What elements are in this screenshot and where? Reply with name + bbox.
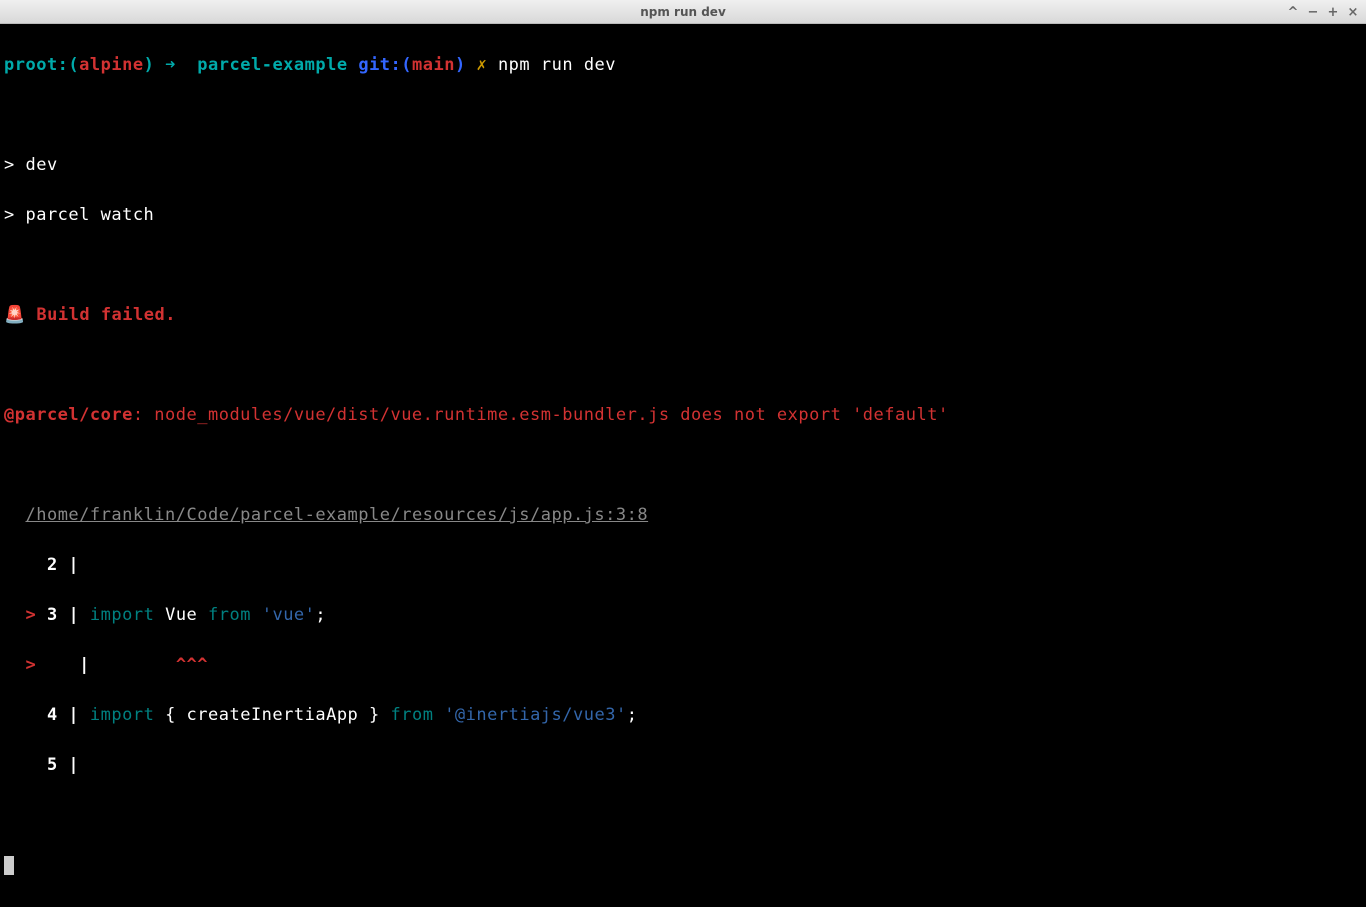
braces-4: { createInertiaApp }: [154, 705, 390, 725]
prompt-git-close: ): [455, 55, 466, 75]
prompt-close-paren: ): [144, 55, 155, 75]
caret-marker: >: [4, 655, 36, 675]
line-marker-3: >: [4, 605, 36, 625]
caret-spaces: [36, 655, 68, 675]
prompt-branch: main: [412, 55, 455, 75]
error-source: @parcel/core: [4, 405, 133, 425]
window-titlebar: npm run dev ^ − + ×: [0, 0, 1366, 24]
build-failed-line: 🚨 Build failed.: [4, 303, 1362, 328]
prompt-distro: alpine: [79, 55, 143, 75]
window-minimize-icon[interactable]: −: [1306, 5, 1320, 19]
blank-line: [4, 353, 1362, 378]
line-num-5: 5: [4, 755, 58, 775]
window-title: npm run dev: [640, 5, 726, 19]
code-line-2: 2 |: [4, 553, 1362, 578]
prompt-proot: proot:: [4, 55, 68, 75]
prompt-git-label: git:(: [348, 55, 412, 75]
carets: ^^^: [176, 655, 208, 675]
pipe-4: |: [58, 705, 90, 725]
prompt-command: npm run dev: [498, 55, 616, 75]
line-num-3: 3: [36, 605, 57, 625]
build-failed-text: Build failed.: [36, 305, 176, 325]
semi-3: ;: [315, 605, 326, 625]
prompt-arrow: ➜: [154, 55, 186, 75]
blank-line: [4, 253, 1362, 278]
line-num-2: 2: [4, 555, 58, 575]
pipe-5: |: [58, 755, 90, 775]
vue-str: 'vue': [251, 605, 315, 625]
window-controls: ^ − + ×: [1286, 0, 1360, 24]
vue-ident: Vue: [154, 605, 208, 625]
code-line-5: 5 |: [4, 753, 1362, 778]
caret-pad: [101, 655, 176, 675]
cursor-line: [4, 853, 1362, 878]
error-detail-line: @parcel/core: node_modules/vue/dist/vue.…: [4, 403, 1362, 428]
from-kw-4: from: [391, 705, 434, 725]
output-dev: > dev: [4, 153, 1362, 178]
file-path-line: /home/franklin/Code/parcel-example/resou…: [4, 503, 1362, 528]
window-up-icon[interactable]: ^: [1286, 5, 1300, 19]
pipe-3: |: [58, 605, 90, 625]
code-line-3: > 3 | import Vue from 'vue';: [4, 603, 1362, 628]
window-maximize-icon[interactable]: +: [1326, 5, 1340, 19]
terminal-area[interactable]: proot:(alpine) ➜ parcel-example git:(mai…: [0, 24, 1366, 907]
pipe-2: |: [58, 555, 90, 575]
prompt-open-paren: (: [68, 55, 79, 75]
import-kw-3: import: [90, 605, 154, 625]
output-parcel-watch: > parcel watch: [4, 203, 1362, 228]
blank-line: [4, 803, 1362, 828]
line-num-4: 4: [4, 705, 58, 725]
file-path: /home/franklin/Code/parcel-example/resou…: [25, 505, 648, 525]
blank-line: [4, 453, 1362, 478]
code-line-4: 4 | import { createInertiaApp } from '@i…: [4, 703, 1362, 728]
error-message: : node_modules/vue/dist/vue.runtime.esm-…: [133, 405, 949, 425]
caret-line: > | ^^^: [4, 653, 1362, 678]
prompt-dirty-icon: ✗: [466, 55, 498, 75]
window-close-icon[interactable]: ×: [1346, 5, 1360, 19]
from-kw-3: from: [208, 605, 251, 625]
inertia-str: '@inertiajs/vue3': [433, 705, 626, 725]
terminal-cursor: [4, 856, 14, 875]
caret-pipe: |: [68, 655, 100, 675]
prompt-line: proot:(alpine) ➜ parcel-example git:(mai…: [4, 53, 1362, 78]
import-kw-4: import: [90, 705, 154, 725]
blank-line: [4, 103, 1362, 128]
semi-4: ;: [627, 705, 638, 725]
error-icon: 🚨: [4, 305, 36, 325]
prompt-dir: parcel-example: [187, 55, 348, 75]
